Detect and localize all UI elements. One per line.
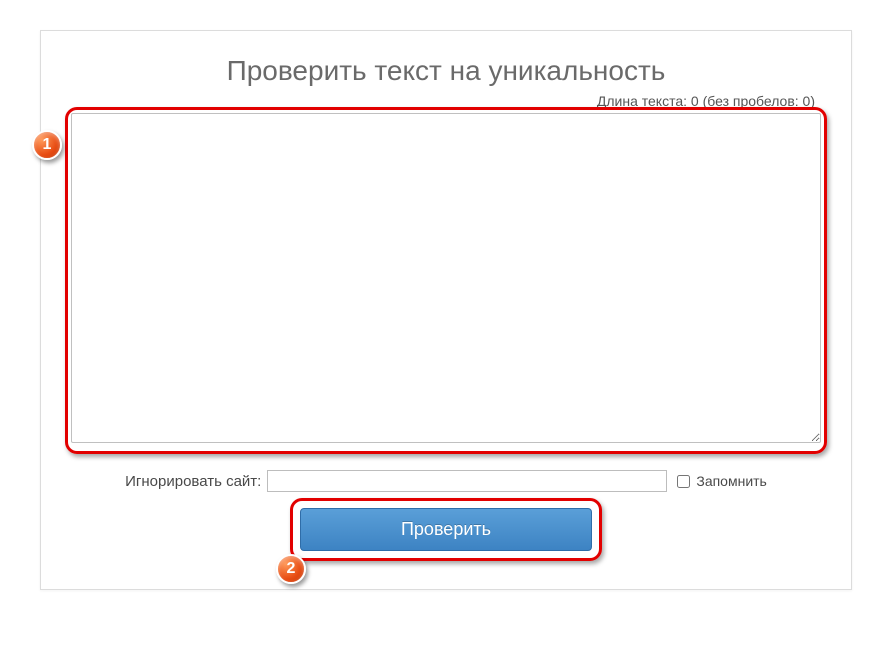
length-info: Длина текста: 0 (без пробелов: 0) [71,93,821,109]
text-input[interactable] [71,113,821,443]
page-title: Проверить текст на уникальность [71,55,821,87]
button-row: Проверить [71,508,821,551]
form-panel: Проверить текст на уникальность Длина те… [40,30,852,590]
remember-checkbox[interactable] [677,475,690,488]
check-button-wrapper: Проверить [300,508,592,551]
ignore-site-label: Игнорировать сайт: [125,473,261,490]
ignore-site-input[interactable] [267,470,667,492]
check-button[interactable]: Проверить [300,508,592,551]
ignore-site-row: Игнорировать сайт: Запомнить [71,470,821,492]
textarea-wrapper [71,113,821,448]
remember-label: Запомнить [696,473,767,489]
